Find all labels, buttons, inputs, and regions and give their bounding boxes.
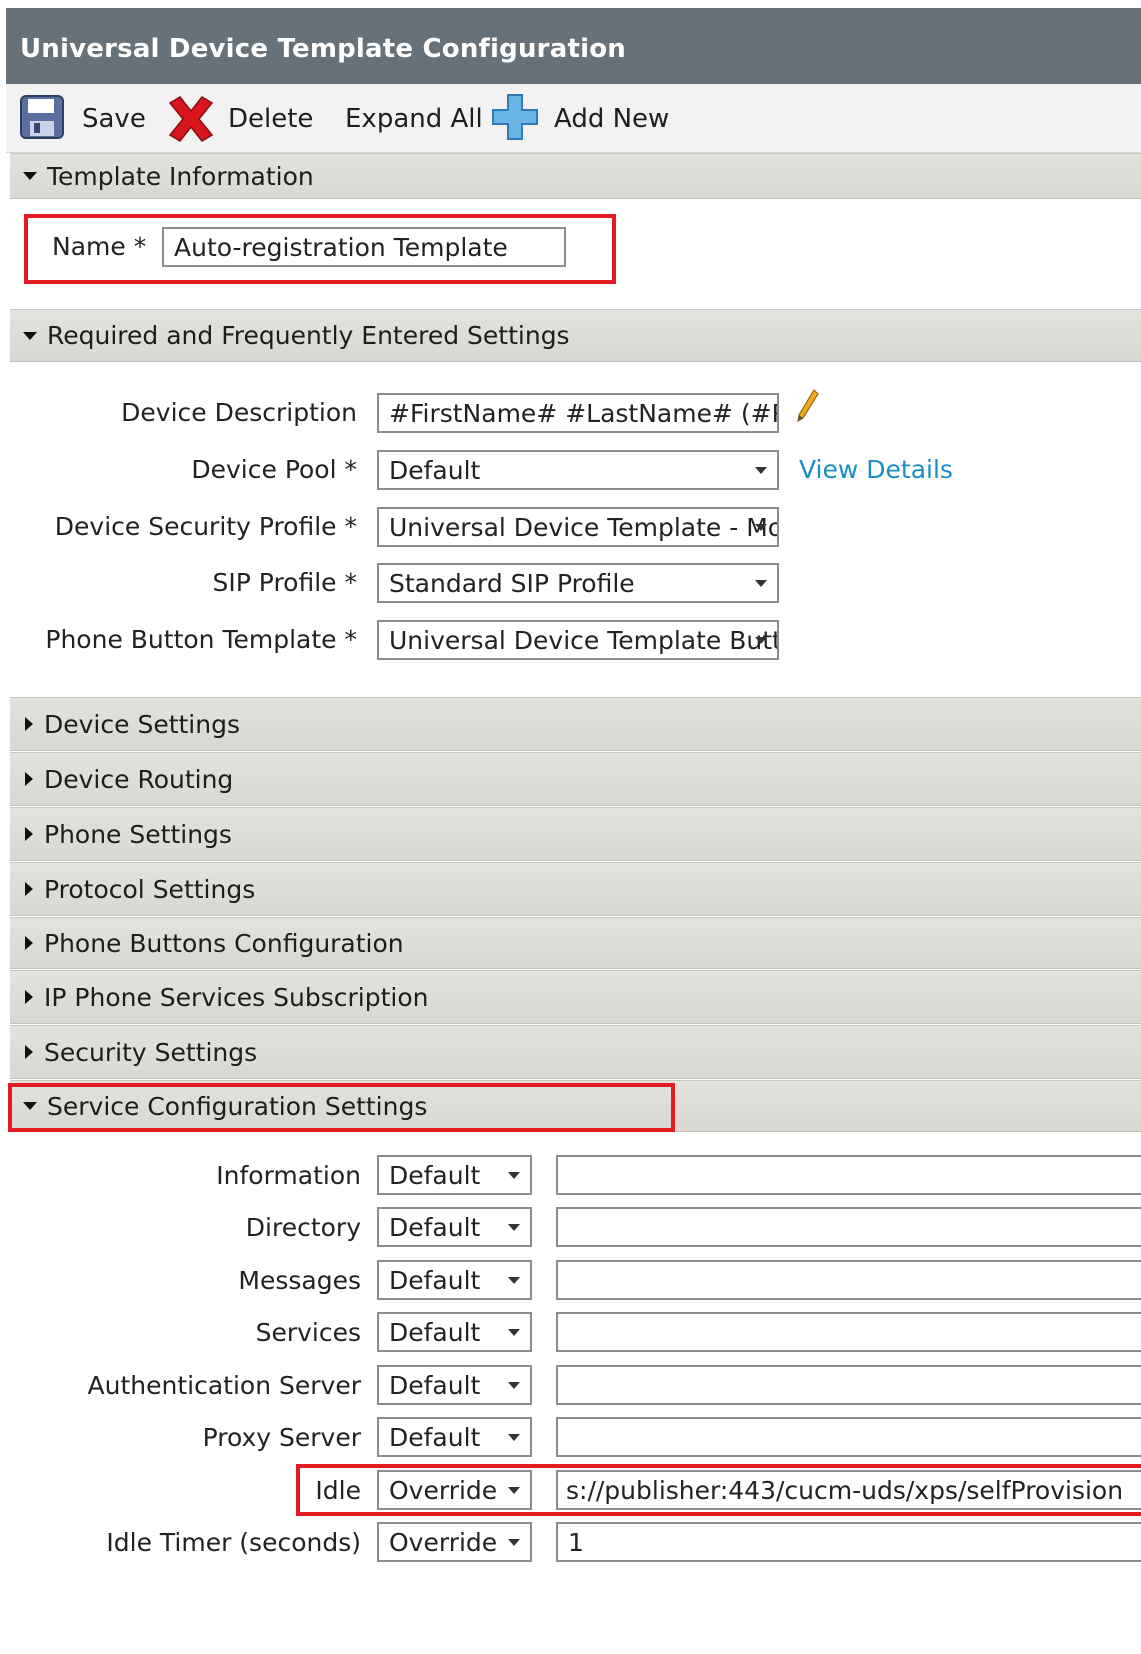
window-title: Universal Device Template Configuration — [6, 8, 1141, 84]
device-security-profile-label: Device Security Profile * — [54, 512, 357, 541]
section-template-information[interactable]: Template Information — [10, 153, 1141, 199]
chevron-down-icon — [508, 1434, 520, 1441]
section-phone-buttons-configuration[interactable]: Phone Buttons Configuration — [10, 917, 1141, 969]
phone-button-template-value: Universal Device Template Butt — [389, 626, 779, 655]
phone-button-template-label: Phone Button Template * — [45, 625, 357, 654]
delete-icon[interactable] — [164, 93, 218, 149]
save-button[interactable]: Save — [82, 84, 146, 153]
expand-arrow-icon — [25, 1045, 33, 1059]
highlight-box-service-config — [8, 1083, 675, 1132]
add-new-icon[interactable] — [490, 92, 540, 146]
collapse-arrow-icon — [23, 172, 37, 180]
device-pool-select[interactable]: Default — [377, 450, 779, 490]
services-mode-value: Default — [389, 1318, 481, 1347]
messages-mode-select[interactable]: Default — [377, 1260, 532, 1300]
section-required-settings[interactable]: Required and Frequently Entered Settings — [10, 309, 1141, 362]
section-phone-settings[interactable]: Phone Settings — [10, 807, 1141, 861]
services-mode-select[interactable]: Default — [377, 1312, 532, 1352]
device-description-label: Device Description — [121, 398, 357, 427]
section-security-settings[interactable]: Security Settings — [10, 1025, 1141, 1079]
messages-url-field[interactable] — [556, 1260, 1141, 1300]
name-field[interactable]: Auto-registration Template — [162, 227, 566, 267]
add-new-button[interactable]: Add New — [554, 84, 669, 153]
services-url-field[interactable] — [556, 1312, 1141, 1352]
proxy-server-mode-select[interactable]: Default — [377, 1417, 532, 1457]
directory-url-field[interactable] — [556, 1207, 1141, 1247]
chevron-down-icon — [508, 1277, 520, 1284]
chevron-down-icon — [508, 1329, 520, 1336]
idle-timer-label: Idle Timer (seconds) — [106, 1528, 361, 1557]
section-title: Device Routing — [44, 764, 234, 794]
section-title: Protocol Settings — [44, 874, 256, 904]
chevron-down-icon — [755, 467, 767, 474]
chevron-down-icon — [755, 637, 767, 644]
expand-arrow-icon — [25, 772, 33, 786]
phone-button-template-select[interactable]: Universal Device Template Butt — [377, 620, 779, 660]
section-protocol-settings[interactable]: Protocol Settings — [10, 862, 1141, 916]
idle-label: Idle — [315, 1476, 361, 1505]
view-details-link[interactable]: View Details — [799, 455, 953, 484]
section-device-routing[interactable]: Device Routing — [10, 752, 1141, 806]
proxy-server-url-field[interactable] — [556, 1417, 1141, 1457]
services-label: Services — [255, 1318, 361, 1347]
chevron-down-icon — [755, 580, 767, 587]
messages-mode-value: Default — [389, 1266, 481, 1295]
section-title: Template Information — [47, 161, 314, 191]
idle-mode-value: Override — [389, 1476, 498, 1505]
section-title: Required and Frequently Entered Settings — [47, 321, 570, 350]
proxy-server-mode-value: Default — [389, 1423, 481, 1452]
device-security-profile-value: Universal Device Template - Mo — [389, 513, 779, 542]
proxy-server-label: Proxy Server — [202, 1423, 361, 1452]
messages-label: Messages — [238, 1266, 361, 1295]
chevron-down-icon — [508, 1172, 520, 1179]
information-label: Information — [216, 1161, 361, 1190]
authentication-server-label: Authentication Server — [87, 1371, 361, 1400]
directory-mode-select[interactable]: Default — [377, 1207, 532, 1247]
device-pool-label: Device Pool * — [191, 455, 357, 484]
section-title: Phone Buttons Configuration — [44, 928, 404, 958]
expand-all-button[interactable]: Expand All — [345, 84, 483, 153]
directory-mode-value: Default — [389, 1213, 481, 1242]
expand-arrow-icon — [25, 827, 33, 841]
save-icon[interactable] — [18, 93, 66, 145]
authentication-server-mode-select[interactable]: Default — [377, 1365, 532, 1405]
authentication-server-url-field[interactable] — [556, 1365, 1141, 1405]
information-mode-value: Default — [389, 1161, 481, 1190]
authentication-server-mode-value: Default — [389, 1371, 481, 1400]
expand-arrow-icon — [25, 990, 33, 1004]
collapse-arrow-icon — [23, 331, 37, 340]
information-mode-select[interactable]: Default — [377, 1155, 532, 1195]
device-description-field[interactable]: #FirstName# #LastName# (#Prc — [377, 393, 779, 433]
idle-timer-value-field[interactable]: 1 — [556, 1522, 1141, 1562]
chevron-down-icon — [508, 1539, 520, 1546]
sip-profile-label: SIP Profile * — [212, 568, 357, 597]
idle-url-field[interactable]: s://publisher:443/cucm-uds/xps/selfProvi… — [556, 1470, 1141, 1510]
delete-button[interactable]: Delete — [228, 84, 313, 153]
device-security-profile-select[interactable]: Universal Device Template - Mo — [377, 507, 779, 547]
information-url-field[interactable] — [556, 1155, 1141, 1195]
section-title: Security Settings — [44, 1037, 258, 1067]
section-ip-phone-services-subscription[interactable]: IP Phone Services Subscription — [10, 970, 1141, 1024]
chevron-down-icon — [508, 1487, 520, 1494]
name-label: Name * — [52, 232, 147, 261]
idle-timer-mode-value: Override — [389, 1528, 498, 1557]
pencil-icon[interactable] — [794, 388, 820, 428]
section-title: Phone Settings — [44, 819, 232, 849]
section-title: Device Settings — [44, 709, 240, 739]
expand-arrow-icon — [25, 882, 33, 896]
chevron-down-icon — [508, 1224, 520, 1231]
directory-label: Directory — [245, 1213, 361, 1242]
expand-arrow-icon — [25, 936, 33, 950]
idle-mode-select[interactable]: Override — [377, 1470, 532, 1510]
idle-timer-mode-select[interactable]: Override — [377, 1522, 532, 1562]
sip-profile-value: Standard SIP Profile — [389, 569, 635, 598]
expand-arrow-icon — [25, 717, 33, 731]
chevron-down-icon — [508, 1382, 520, 1389]
sip-profile-select[interactable]: Standard SIP Profile — [377, 563, 779, 603]
section-title: IP Phone Services Subscription — [44, 982, 429, 1012]
device-pool-value: Default — [389, 456, 481, 485]
toolbar: Save Delete Expand All Add New — [6, 84, 1141, 153]
section-device-settings[interactable]: Device Settings — [10, 697, 1141, 751]
chevron-down-icon — [755, 524, 767, 531]
